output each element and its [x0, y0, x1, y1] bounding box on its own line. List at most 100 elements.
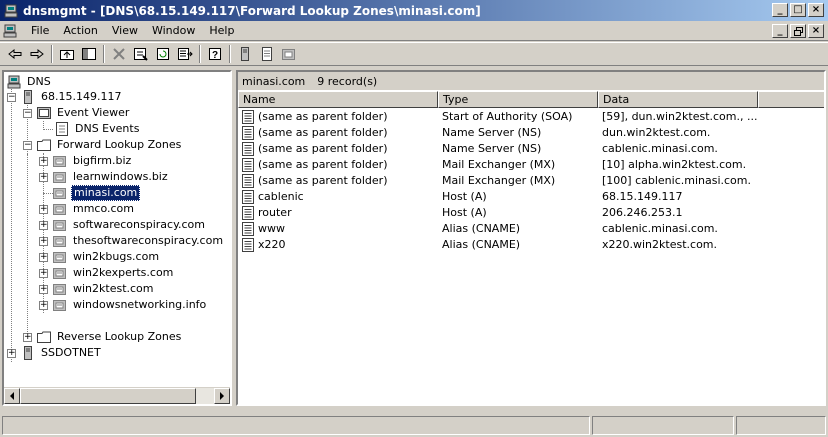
tree-label: thesoftwareconspiracy.com: [73, 234, 224, 247]
tree-item-zone[interactable]: windowsnetworking.info: [52, 297, 208, 313]
tree-horizontal-scrollbar[interactable]: [4, 387, 230, 404]
tree-item-zone[interactable]: softwareconspiracy.com: [52, 217, 207, 233]
tree-label: Forward Lookup Zones: [57, 138, 182, 151]
table-row[interactable]: cablenic Host (A) 68.15.149.117: [238, 189, 824, 205]
back-button[interactable]: [4, 44, 26, 64]
menu-action[interactable]: Action: [56, 24, 104, 37]
event-log-icon: [56, 122, 68, 136]
tree-item-zone[interactable]: thesoftwareconspiracy.com: [52, 233, 225, 249]
forward-arrow-icon: [30, 49, 44, 59]
menu-help[interactable]: Help: [202, 24, 241, 37]
new-zone-button[interactable]: [278, 44, 300, 64]
show-hide-console-tree-button[interactable]: [78, 44, 100, 64]
record-type: Mail Exchanger (MX): [442, 174, 556, 187]
maximize-button[interactable]: □: [790, 3, 806, 17]
scroll-thumb[interactable]: [20, 388, 196, 404]
zone-name: minasi.com: [242, 74, 306, 88]
update-server-data-files-button[interactable]: [234, 44, 256, 64]
minimize-button[interactable]: _: [772, 3, 788, 17]
tree-label: win2kexperts.com: [73, 266, 174, 279]
scroll-right-button[interactable]: [214, 388, 230, 404]
child-restore-button[interactable]: [790, 24, 806, 38]
tree-item-zone[interactable]: win2ktest.com: [52, 281, 156, 297]
menu-window[interactable]: Window: [145, 24, 202, 37]
resource-record-icon: [242, 190, 254, 204]
expand-toggle[interactable]: +: [39, 221, 48, 230]
details-pane[interactable]: minasi.com 9 record(s) Name Type Data (s…: [236, 70, 826, 406]
dns-app-icon: [4, 4, 18, 17]
tree-item-reverse-lookup-zones[interactable]: Reverse Lookup Zones: [36, 329, 183, 345]
close-button[interactable]: ×: [808, 3, 824, 17]
console-tree[interactable]: DNS − 68.15.149.117 − Event Viewer DNS E…: [2, 70, 232, 406]
menu-view[interactable]: View: [105, 24, 145, 37]
tree-label: Reverse Lookup Zones: [57, 330, 182, 343]
table-row[interactable]: www Alias (CNAME) cablenic.minasi.com.: [238, 221, 824, 237]
title-bar[interactable]: dnsmgmt - [DNS\68.15.149.117\Forward Loo…: [0, 0, 828, 21]
tree-item-server-ssdotnet[interactable]: SSDOTNET: [20, 345, 103, 361]
expand-toggle[interactable]: +: [7, 349, 16, 358]
restore-icon: [793, 26, 803, 36]
table-row[interactable]: (same as parent folder) Name Server (NS) c…: [238, 141, 824, 157]
expand-toggle[interactable]: +: [39, 269, 48, 278]
resource-record-icon: [242, 206, 254, 220]
up-one-level-button[interactable]: [56, 44, 78, 64]
table-row[interactable]: (same as parent folder) Start of Authorit…: [238, 109, 824, 125]
expand-toggle[interactable]: +: [23, 333, 32, 342]
column-header-name[interactable]: Name: [238, 91, 438, 108]
toolbar-separator: [229, 45, 231, 63]
column-header-data[interactable]: Data: [598, 91, 758, 108]
table-row[interactable]: x220 Alias (CNAME) x220.win2ktest.com.: [238, 237, 824, 253]
tree-item-zone[interactable]: learnwindows.biz: [52, 169, 170, 185]
expand-toggle[interactable]: +: [39, 205, 48, 214]
table-row[interactable]: (same as parent folder) Name Server (NS) d…: [238, 125, 824, 141]
record-name: (same as parent folder): [258, 126, 388, 139]
expand-toggle[interactable]: +: [39, 237, 48, 246]
table-row[interactable]: router Host (A) 206.246.253.1: [238, 205, 824, 221]
minimize-icon: _: [777, 25, 783, 36]
record-name: cablenic: [258, 190, 304, 203]
tree-item-server[interactable]: 68.15.149.117: [20, 89, 123, 105]
expand-toggle[interactable]: +: [39, 173, 48, 182]
properties-icon: [134, 48, 148, 61]
tree-item-zone[interactable]: win2kexperts.com: [52, 265, 175, 281]
export-list-button[interactable]: [174, 44, 196, 64]
tree-item-event-viewer[interactable]: Event Viewer: [36, 105, 131, 121]
resource-record-icon: [242, 174, 254, 188]
child-minimize-button[interactable]: _: [772, 24, 788, 38]
table-row[interactable]: (same as parent folder) Mail Exchanger (M…: [238, 173, 824, 189]
column-header-type[interactable]: Type: [438, 91, 598, 108]
menu-file[interactable]: File: [24, 24, 56, 37]
resource-record-icon: [242, 222, 254, 236]
zone-icon: [282, 49, 295, 60]
tree-item-zone[interactable]: win2kbugs.com: [52, 249, 161, 265]
collapse-toggle[interactable]: −: [7, 93, 16, 102]
child-close-button[interactable]: ×: [808, 24, 824, 38]
tree-item-zone[interactable]: mmco.com: [52, 201, 136, 217]
tree-item-dns[interactable]: DNS: [6, 74, 53, 90]
zone-icon: [53, 156, 66, 167]
help-button[interactable]: ?: [204, 44, 226, 64]
expand-toggle[interactable]: +: [39, 253, 48, 262]
new-record-button[interactable]: [256, 44, 278, 64]
mmc-system-menu-icon[interactable]: [2, 23, 18, 39]
tree-item-zone-selected[interactable]: minasi.com: [52, 185, 141, 201]
expand-toggle[interactable]: +: [39, 285, 48, 294]
table-row[interactable]: (same as parent folder) Mail Exchanger (M…: [238, 157, 824, 173]
expand-toggle[interactable]: +: [39, 157, 48, 166]
expand-toggle[interactable]: +: [39, 301, 48, 310]
delete-button[interactable]: [108, 44, 130, 64]
record-name: www: [258, 222, 285, 235]
tree-item-dns-events[interactable]: DNS Events: [54, 121, 141, 137]
properties-button[interactable]: [130, 44, 152, 64]
forward-button[interactable]: [26, 44, 48, 64]
tree-item-zone[interactable]: bigfirm.biz: [52, 153, 133, 169]
tree-label: SSDOTNET: [41, 346, 101, 359]
collapse-toggle[interactable]: −: [23, 141, 32, 150]
scroll-left-button[interactable]: [4, 388, 20, 404]
resource-record-icon: [242, 238, 254, 252]
window-title: dnsmgmt - [DNS\68.15.149.117\Forward Loo…: [23, 3, 481, 18]
tree-item-forward-lookup-zones[interactable]: Forward Lookup Zones: [36, 137, 183, 153]
collapse-toggle[interactable]: −: [23, 109, 32, 118]
tree-label: bigfirm.biz: [73, 154, 132, 167]
refresh-button[interactable]: [152, 44, 174, 64]
